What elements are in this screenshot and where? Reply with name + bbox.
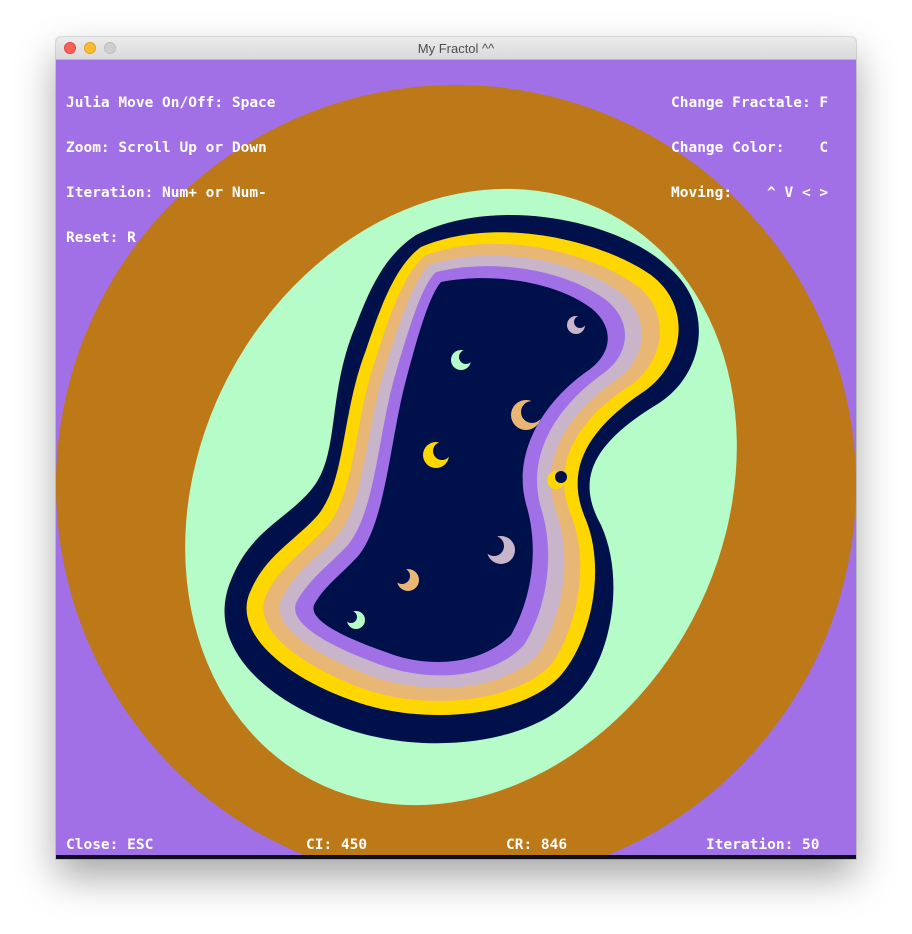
status-close: Close: ESC (66, 837, 154, 853)
status-ci: CI: 450 (306, 837, 368, 853)
crescent (394, 568, 410, 584)
help-change-color: Change Color: C (671, 140, 829, 156)
crescent (433, 442, 451, 460)
crescent (574, 316, 586, 328)
crescent (345, 611, 357, 623)
status-iteration: Iteration: 50 (706, 837, 820, 853)
crescent (459, 350, 473, 364)
help-moving: Moving: ^ V < > (671, 185, 829, 201)
help-iteration: Iteration: Num+ or Num- (66, 185, 267, 201)
app-window: My Fractol ^^ Julia Move On/Off: Space Z… (56, 37, 856, 859)
crescent (555, 471, 567, 483)
help-change-fractal: Change Fractale: F (671, 95, 829, 111)
help-reset: Reset: R (66, 230, 136, 246)
help-zoom: Zoom: Scroll Up or Down (66, 140, 267, 156)
status-cr: CR: 846 (506, 837, 568, 853)
crescent (521, 401, 543, 423)
controls-help-right: Change Fractale: F Change Color: C Movin… (671, 66, 828, 231)
controls-help-left: Julia Move On/Off: Space Zoom: Scroll Up… (66, 66, 276, 276)
window-bottom-edge (56, 855, 856, 859)
fractal-canvas[interactable]: Julia Move On/Off: Space Zoom: Scroll Up… (56, 60, 856, 855)
window-title: My Fractol ^^ (417, 41, 495, 56)
help-julia-move: Julia Move On/Off: Space (66, 95, 276, 111)
title-bar: My Fractol ^^ (56, 37, 856, 60)
crescent (484, 536, 504, 556)
